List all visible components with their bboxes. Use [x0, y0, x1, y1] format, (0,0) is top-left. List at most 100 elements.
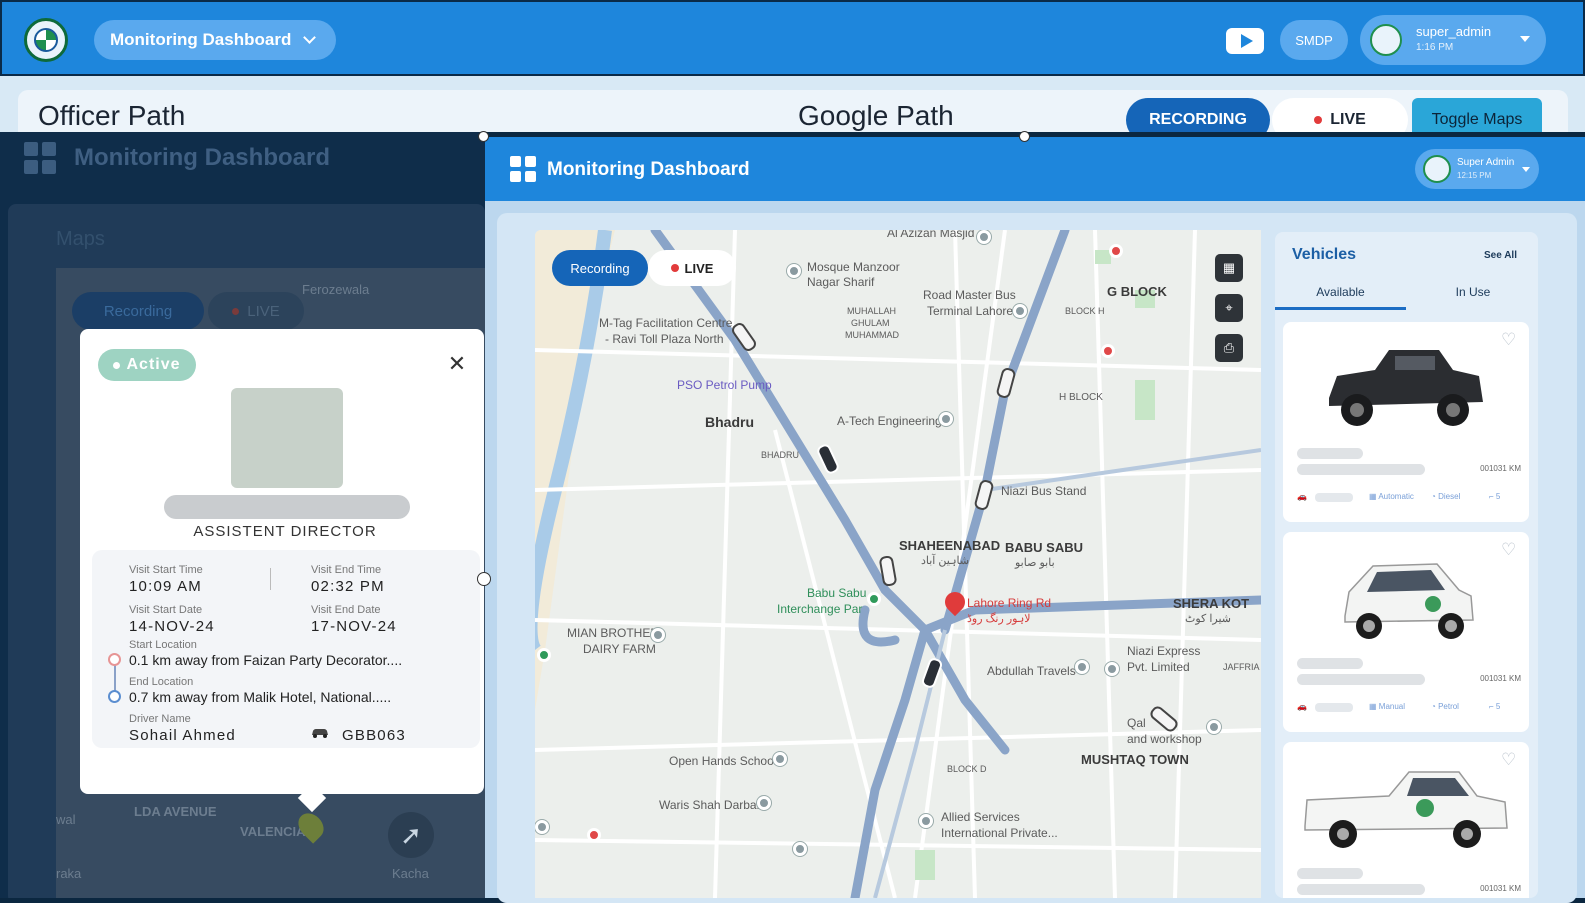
map-label: BLOCK D: [947, 764, 987, 774]
visit-end-date-label: Visit End Date: [311, 604, 381, 616]
officer-name-placeholder: [164, 495, 410, 519]
grid-icon[interactable]: [510, 156, 536, 182]
vehicle-mileage: 001031 KM: [1480, 884, 1521, 893]
see-all-link[interactable]: See All: [1484, 250, 1517, 261]
tab-in-use[interactable]: In Use: [1408, 280, 1538, 310]
smdp-button[interactable]: SMDP: [1280, 20, 1348, 60]
poi-marker[interactable]: [757, 796, 771, 810]
map-label: JAFFRIA: [1223, 662, 1260, 672]
vehicle-image: [1304, 771, 1508, 848]
map-label: DAIRY FARM: [583, 642, 656, 656]
map-label: لاہور رنگ روڈ: [967, 613, 1031, 625]
caret-down-icon: [1520, 36, 1530, 42]
app-logo[interactable]: [24, 18, 68, 62]
park-marker[interactable]: [867, 592, 881, 606]
visit-details: Visit Start Time 10:09 AM Visit End Time…: [92, 550, 480, 748]
vehicles-title: Vehicles: [1292, 246, 1357, 263]
visit-end-time: 02:32 PM: [311, 578, 385, 595]
right-panel-title: Monitoring Dashboard: [547, 159, 750, 180]
map-label: and workshop: [1127, 732, 1202, 746]
poi-marker[interactable]: [793, 842, 807, 856]
cursor-click-icon: ➚: [388, 812, 434, 858]
end-location-label: End Location: [129, 676, 194, 688]
transmission-spec: ▦ Manual: [1369, 702, 1406, 711]
dashboard-select[interactable]: Monitoring Dashboard: [94, 20, 336, 60]
poi-marker[interactable]: [939, 412, 953, 426]
poi-marker[interactable]: [919, 814, 933, 828]
poi-marker[interactable]: [1013, 304, 1027, 318]
poi-marker[interactable]: [1207, 720, 1221, 734]
visit-end-date: 17-NOV-24: [311, 618, 397, 635]
right-top-bar: Monitoring Dashboard Super Admin 12:15 P…: [485, 137, 1585, 201]
recording-tab[interactable]: RECORDING: [1126, 98, 1270, 132]
poi-marker[interactable]: [535, 820, 549, 834]
print-icon[interactable]: ⎙: [1215, 334, 1243, 362]
top-bar: Monitoring Dashboard SMDP super_admin 1:…: [0, 0, 1585, 76]
map-live-label: LIVE: [684, 260, 714, 276]
start-location-icon: [108, 653, 121, 666]
youtube-button[interactable]: [1226, 28, 1264, 54]
vehicle-image: [1329, 350, 1483, 426]
tab-available[interactable]: Available: [1275, 280, 1406, 310]
user-time: 1:16 PM: [1416, 42, 1454, 53]
live-dot-icon: [232, 307, 240, 315]
map-label: Road Master Bus: [923, 288, 1016, 302]
vehicle-name-placeholder: [1297, 448, 1363, 459]
map-label: - Ravi Toll Plaza North: [605, 332, 724, 346]
resize-handle[interactable]: [1019, 131, 1030, 142]
car-icon: [312, 729, 328, 738]
poi-marker[interactable]: [1075, 660, 1089, 674]
toggle-maps-button[interactable]: Toggle Maps: [1412, 98, 1542, 132]
map-label: VALENCIA: [240, 824, 306, 839]
driver-name: Sohail Ahmed: [129, 727, 236, 744]
visit-start-date: 14-NOV-24: [129, 618, 215, 635]
user-time: 12:15 PM: [1457, 171, 1492, 180]
vehicle-number: GBB063: [342, 727, 406, 744]
play-icon: [1240, 34, 1253, 48]
poi-marker[interactable]: [651, 628, 665, 642]
map-label: Interchange Par: [777, 602, 863, 616]
start-location: 0.1 km away from Faizan Party Decorator.…: [129, 652, 403, 668]
fuel-label: Diesel: [1438, 492, 1461, 501]
vehicle-card[interactable]: ♡ 001031 KM: [1283, 742, 1529, 898]
right-user-menu[interactable]: Super Admin 12:15 PM: [1415, 149, 1539, 189]
grid-view-icon[interactable]: ▦: [1215, 254, 1243, 282]
map-label: G BLOCK: [1107, 284, 1167, 299]
left-recording-tab[interactable]: Recording: [72, 292, 204, 330]
fuel-label: Petrol: [1438, 702, 1459, 711]
poi-marker[interactable]: [787, 264, 801, 278]
map-label: Babu Sabu: [807, 586, 867, 600]
hospital-marker[interactable]: [587, 828, 601, 842]
avatar: [1423, 155, 1451, 183]
resize-handle[interactable]: [477, 572, 491, 586]
live-tab[interactable]: LIVE: [1272, 98, 1408, 132]
map-live-tab[interactable]: LIVE: [648, 250, 736, 286]
map-label: raka: [56, 866, 82, 881]
resize-handle[interactable]: [478, 131, 489, 142]
vehicle-model-placeholder: [1297, 464, 1425, 475]
poi-marker[interactable]: [977, 230, 991, 244]
map-label: Niazi Express: [1127, 644, 1201, 658]
map-label: BLOCK H: [1065, 306, 1105, 316]
heart-icon[interactable]: ♡: [1501, 331, 1517, 348]
close-icon[interactable]: ✕: [446, 353, 468, 375]
vehicle-model-placeholder: [1297, 884, 1425, 895]
park-marker[interactable]: [537, 648, 551, 662]
location-icon[interactable]: ⌖: [1215, 294, 1243, 322]
poi-marker[interactable]: [1105, 662, 1119, 676]
vehicle-card[interactable]: ♡ 001031 KM 🚗 ▦ Automatic ◔ Diesel ⌐ 5: [1283, 322, 1529, 522]
map-recording-tab[interactable]: Recording: [552, 250, 648, 286]
fuel-spec: ◔ Petrol: [1431, 702, 1459, 711]
poi-marker[interactable]: [773, 752, 787, 766]
map-label: Open Hands School: [669, 754, 777, 768]
officer-photo: [231, 388, 343, 488]
google-map[interactable]: Al Azizan Masjid Mosque Manzoor Nagar Sh…: [535, 230, 1261, 898]
map-label: شیرا کوٹ: [1185, 613, 1231, 625]
left-live-tab[interactable]: LIVE: [208, 292, 304, 330]
heart-icon[interactable]: ♡: [1501, 541, 1517, 558]
seats-label: 5: [1495, 492, 1501, 501]
hospital-marker[interactable]: [1109, 244, 1123, 258]
vehicle-card[interactable]: ♡ 001031 KM 🚗 ▦ Manual ◔ Petrol ⌐ 5: [1283, 532, 1529, 732]
user-menu[interactable]: super_admin 1:16 PM: [1360, 15, 1546, 65]
hospital-marker[interactable]: [1101, 344, 1115, 358]
